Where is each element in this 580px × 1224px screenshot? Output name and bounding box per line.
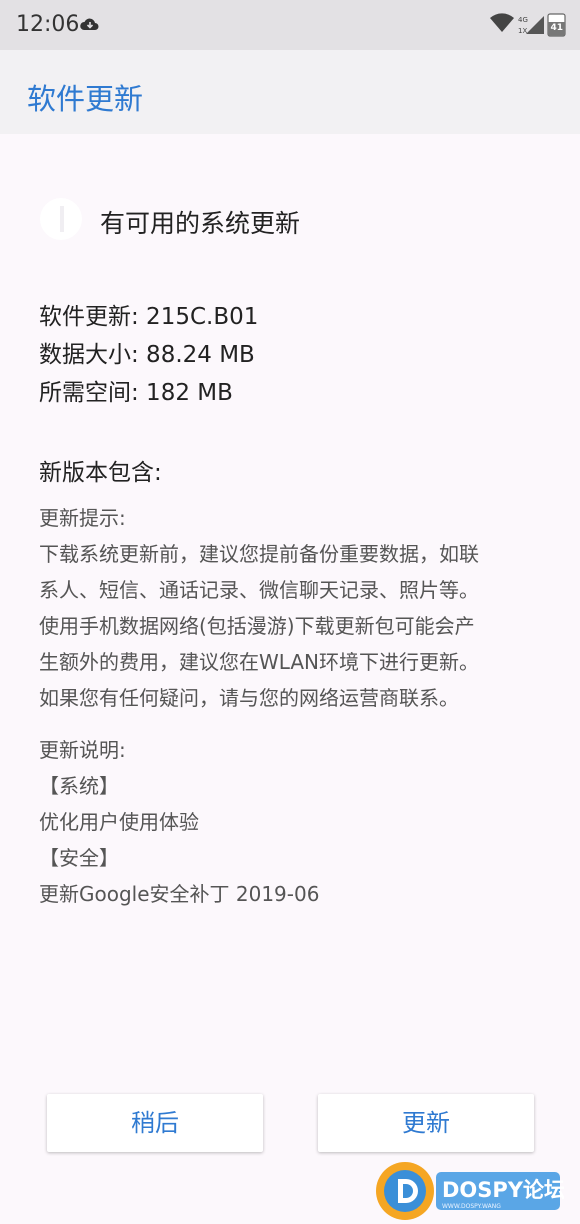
- update-info: 软件更新: 215C.B01 数据大小: 88.24 MB 所需空间: 182 …: [39, 298, 258, 412]
- cellular-icon: [526, 16, 544, 34]
- later-button[interactable]: 稍后: [47, 1094, 263, 1152]
- status-time: 12:06: [16, 12, 80, 37]
- update-available-title: 有可用的系统更新: [100, 209, 301, 238]
- update-notes: 更新说明: 【系统】 优化用户使用体验 【安全】 更新Google安全补丁 20…: [39, 732, 559, 912]
- tips-label: 更新提示:: [39, 506, 126, 530]
- tips-line: 系人、短信、通话记录、微信聊天记录、照片等。: [39, 578, 479, 602]
- notes-line: 【安全】: [39, 846, 119, 870]
- release-notes: 更新提示: 下载系统更新前，建议您提前备份重要数据，如联 系人、短信、通话记录、…: [39, 500, 559, 928]
- notes-line: 优化用户使用体验: [39, 810, 199, 834]
- wifi-icon: [490, 13, 514, 32]
- network-label-1x: 1X: [518, 27, 527, 35]
- status-bar: 12:06 4G 1X 41: [0, 0, 580, 50]
- contents-heading: 新版本包含:: [39, 460, 162, 486]
- connectivity-icons: 4G 1X 41: [490, 13, 566, 37]
- required-space-text: 所需空间: 182 MB: [39, 380, 233, 406]
- tips-line: 生额外的费用，建议您在WLAN环境下进行更新。: [39, 650, 480, 674]
- version-text: 软件更新: 215C.B01: [39, 304, 259, 330]
- app-bar: 软件更新: [0, 50, 580, 134]
- tips-line: 下载系统更新前，建议您提前备份重要数据，如联: [39, 542, 479, 566]
- download-cloud-icon: [80, 18, 99, 30]
- notes-line: 【系统】: [39, 774, 119, 798]
- update-tips: 更新提示: 下载系统更新前，建议您提前备份重要数据，如联 系人、短信、通话记录、…: [39, 500, 559, 716]
- battery-level: 41: [551, 23, 564, 33]
- tips-line: 如果您有任何疑问，请与您的网络运营商联系。: [39, 686, 459, 710]
- update-button[interactable]: 更新: [318, 1094, 534, 1152]
- page-title: 软件更新: [27, 82, 144, 116]
- tips-line: 使用手机数据网络(包括漫游)下载更新包可能会产: [39, 614, 475, 638]
- watermark-sub: WWW.DOSPY.WANG: [442, 1203, 501, 1210]
- notes-line: 更新Google安全补丁 2019-06: [39, 882, 320, 906]
- data-size-text: 数据大小: 88.24 MB: [39, 342, 255, 368]
- dospy-watermark-logo: DOSPY论坛 WWW.DOSPY.WANG: [376, 1162, 564, 1220]
- network-label-4g: 4G: [518, 16, 528, 24]
- notes-label: 更新说明:: [39, 738, 126, 762]
- system-update-icon: [40, 198, 82, 240]
- watermark-brand: DOSPY论坛: [442, 1178, 564, 1202]
